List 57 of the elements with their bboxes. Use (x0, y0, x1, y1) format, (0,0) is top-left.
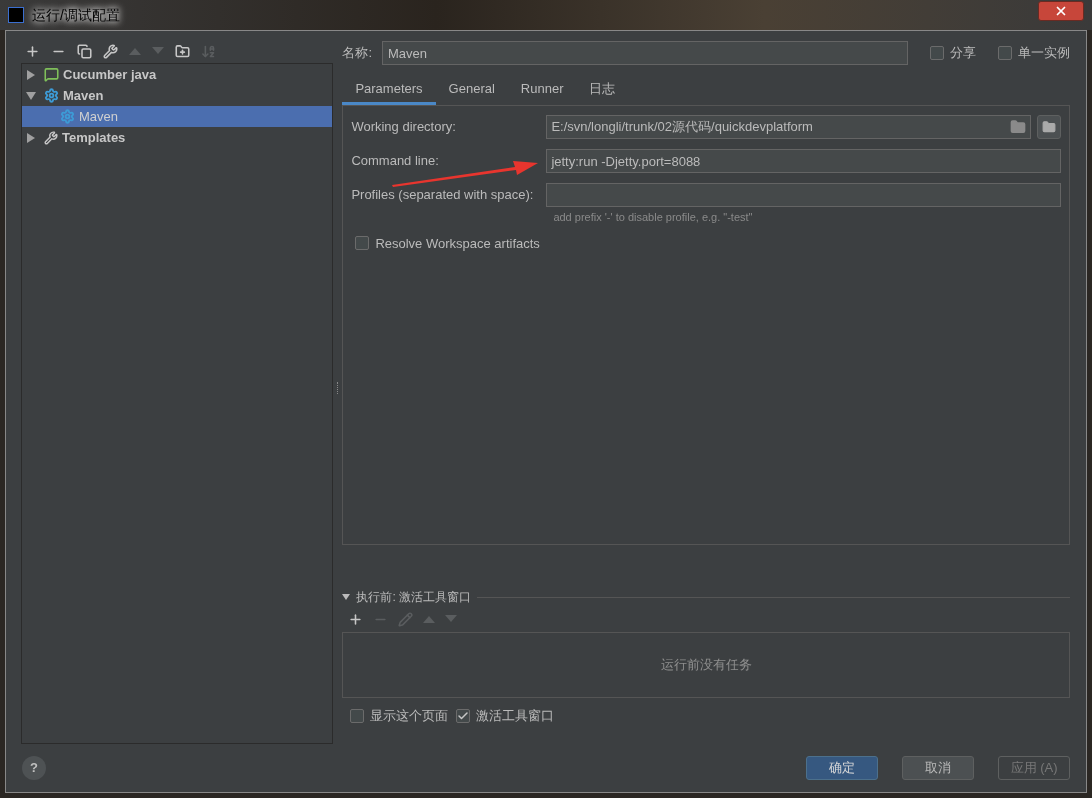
tree-item[interactable]: Maven (22, 85, 332, 106)
wrench-icon (44, 130, 58, 145)
field-label: Profiles (separated with space): (351, 186, 535, 205)
collapsed-arrow-icon[interactable] (26, 69, 36, 80)
checkbox[interactable] (355, 236, 370, 251)
checkbox-label: 分享 (950, 44, 976, 63)
checkbox[interactable] (456, 709, 471, 723)
help-button[interactable]: ? (22, 756, 46, 780)
tree-label: Cucumber java (63, 65, 157, 84)
folder-icon[interactable] (1010, 119, 1026, 135)
field-label: Working directory: (351, 118, 457, 137)
text-field[interactable]: jetty:run -Djetty.port=8088 (546, 149, 1061, 173)
section-title: 执行前: 激活工具窗口 (356, 589, 472, 606)
name-field[interactable]: Maven (382, 41, 908, 65)
path-field[interactable]: E:/svn/longli/trunk/02源代码/quickdevplatform (546, 115, 1031, 139)
tab[interactable]: Parameters (342, 79, 436, 105)
name-label: 名称: (342, 44, 372, 63)
add-icon[interactable] (348, 611, 364, 627)
checkbox-label: 显示这个页面 (370, 707, 449, 726)
close-icon (1054, 4, 1068, 18)
tree-label: Maven (63, 86, 104, 105)
gear-icon (44, 88, 59, 103)
close-button[interactable] (1038, 1, 1084, 21)
wrench-icon[interactable] (103, 43, 118, 59)
checkbox[interactable] (998, 46, 1012, 60)
checkbox-label: 单一实例 (1018, 44, 1070, 63)
field-label: Command line: (351, 152, 440, 171)
app-logo-icon (8, 7, 24, 23)
tree-item[interactable]: Maven (22, 106, 332, 127)
text-field[interactable] (546, 183, 1061, 207)
tab[interactable]: General (435, 79, 508, 105)
tab[interactable]: 日志 (576, 79, 629, 105)
copy-icon[interactable] (77, 43, 92, 59)
folder-icon (1042, 120, 1056, 134)
gear-icon (60, 109, 75, 124)
path-value: E:/svn/longli/trunk/02源代码/quickdevplatform (551, 118, 814, 137)
expanded-arrow-icon[interactable] (342, 593, 351, 601)
checkbox[interactable] (930, 46, 944, 60)
expanded-arrow-icon[interactable] (26, 90, 36, 101)
new-folder-icon[interactable] (175, 43, 190, 59)
add-icon[interactable] (25, 43, 40, 59)
tab[interactable]: Runner (507, 79, 577, 105)
hint-text: add prefix '-' to disable profile, e.g. "-test" (553, 210, 754, 225)
splitter-handle-icon[interactable] (336, 381, 339, 394)
empty-text: 运行前没有任务 (660, 656, 752, 675)
checkbox-label: 激活工具窗口 (476, 707, 555, 726)
dialog-button[interactable]: 确定 (806, 756, 878, 780)
browse-button[interactable] (1037, 115, 1061, 139)
tree-item[interactable]: Templates (22, 127, 332, 148)
collapsed-arrow-icon[interactable] (26, 132, 36, 143)
tree-label: Templates (62, 128, 126, 147)
tree-item[interactable]: Cucumber java (22, 64, 332, 85)
dialog-button[interactable]: 取消 (902, 756, 974, 780)
tree-label: Maven (79, 107, 119, 126)
checkbox-label: Resolve Workspace artifacts (375, 234, 540, 253)
checkbox[interactable] (350, 709, 365, 723)
window-title: 运行/调试配置 (32, 4, 122, 26)
